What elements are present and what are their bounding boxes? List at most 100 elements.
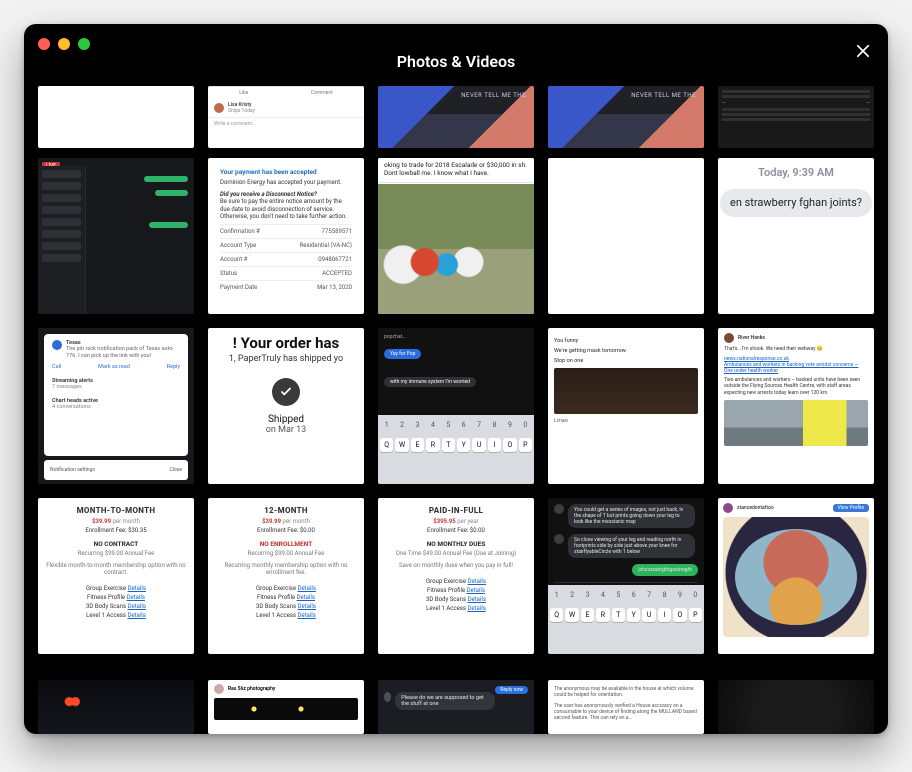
thumbnail[interactable]: —— bbox=[718, 86, 874, 148]
thumbnail[interactable]: ! Your order has 1, PaperTruly has shipp… bbox=[208, 328, 364, 484]
user-handle: stancedontattoo bbox=[737, 505, 774, 511]
thumbnail[interactable] bbox=[38, 86, 194, 148]
reply-pill: Reply now bbox=[495, 686, 528, 694]
thread-name: popchat… bbox=[384, 334, 528, 340]
thumbnail[interactable]: Ras 56z photography bbox=[208, 680, 364, 734]
plan-blurb: Recurring monthly membership option with… bbox=[216, 562, 356, 576]
msg: Please do we are supposed to get the stu… bbox=[395, 692, 495, 710]
avatar-icon bbox=[384, 692, 391, 702]
footer-left: Notification settings bbox=[50, 467, 95, 473]
para: The user has anonymously verified a Hous… bbox=[554, 703, 698, 722]
plan-blurb: Flexible month-to-month membership optio… bbox=[46, 562, 186, 576]
msg-line: Stop on one bbox=[554, 358, 698, 364]
like-label: Like bbox=[239, 90, 248, 96]
message-bubble: en strawberry fghan joints? bbox=[720, 189, 872, 217]
window-controls bbox=[38, 38, 90, 50]
thumbnail[interactable]: Your payment has been accepted Dominion … bbox=[208, 158, 364, 314]
msg-line: You funny bbox=[554, 338, 698, 344]
kv-key: Confirmation # bbox=[220, 228, 260, 235]
photo bbox=[378, 184, 534, 314]
thumbnail[interactable]: Texas The job rack notification pack of … bbox=[38, 328, 194, 484]
thumbnail[interactable]: NEVER TELL ME THE bbox=[548, 86, 704, 148]
thumbnail[interactable]: oking to trade for 2018 Escalade or $30,… bbox=[378, 158, 534, 314]
section-sub: 4 conversations bbox=[52, 404, 180, 410]
kv-val: 0948067721 bbox=[318, 256, 352, 263]
close-icon[interactable] bbox=[852, 40, 874, 62]
thumbnail[interactable]: River Hanks That's… I'm shook. We need t… bbox=[718, 328, 874, 484]
thumbnail[interactable]: The anonymous may be available in the ho… bbox=[548, 680, 704, 734]
plan-enroll: Enrollment Fee: $0.00 bbox=[386, 527, 526, 534]
photo bbox=[554, 368, 698, 414]
plan-name: PAID-IN-FULL bbox=[386, 506, 526, 515]
order-date: on Mar 13 bbox=[208, 425, 364, 435]
commenter-sub: Ships Today bbox=[228, 108, 255, 114]
plan-price: $39.99 bbox=[92, 518, 111, 525]
plan-enroll: Enrollment Fee: $30.35 bbox=[46, 527, 186, 534]
call-action: Call bbox=[52, 364, 61, 370]
thumbnail[interactable]: MONTH-TO-MONTH $39.99 per month Enrollme… bbox=[38, 498, 194, 654]
thumbnail[interactable]: 12-MONTH $39.99 per month Enrollment Fee… bbox=[208, 498, 364, 654]
notif-body: The job rack notification pack of Texas … bbox=[66, 346, 180, 359]
app-icon bbox=[52, 340, 62, 350]
msg-line: Lmao bbox=[554, 418, 698, 424]
avatar-icon bbox=[723, 503, 733, 513]
para: The anonymous may be available in the ho… bbox=[554, 686, 698, 699]
minimize-window-button[interactable] bbox=[58, 38, 70, 50]
plan-cap: NO MONTHLY DUES bbox=[386, 540, 526, 548]
photo bbox=[724, 400, 868, 446]
kv-val: ACCEPTED bbox=[322, 270, 352, 277]
excerpt: Two ambulances and workers – backed unit… bbox=[724, 377, 868, 396]
plan-cap-sub: One Time $49.00 Annual Fee (Due at Joini… bbox=[386, 550, 526, 557]
thumbnail[interactable]: Reply now Please do we are supposed to g… bbox=[378, 680, 534, 734]
thumbnail[interactable]: stancedontattoo View Profile bbox=[718, 498, 874, 654]
plan-blurb: Save on monthly dues when you pay in ful… bbox=[386, 562, 526, 569]
kv-val: 775589571 bbox=[322, 228, 352, 235]
plan-price: $395.95 bbox=[433, 518, 455, 525]
window-title: Photos & Videos bbox=[397, 52, 516, 71]
poster-name: River Hanks bbox=[738, 335, 765, 341]
thumbnail[interactable]: Today, 9:39 AM en strawberry fghan joint… bbox=[718, 158, 874, 314]
thumbnail[interactable]: You funny We're getting mask tomorrow. S… bbox=[548, 328, 704, 484]
plan-enroll: Enrollment Fee: $0.00 bbox=[216, 527, 356, 534]
thumbnail[interactable]: NEVER TELL ME THE bbox=[378, 86, 534, 148]
mark-action: Mark as read bbox=[98, 364, 130, 370]
close-window-button[interactable] bbox=[38, 38, 50, 50]
thumbnail[interactable] bbox=[38, 680, 194, 734]
listing-caption: oking to trade for 2018 Escalade or $30,… bbox=[378, 158, 534, 183]
thumbnail[interactable]: PAID-IN-FULL $395.95 per year Enrollment… bbox=[378, 498, 534, 654]
thumbnail[interactable] bbox=[548, 158, 704, 314]
plan-per: per year bbox=[457, 518, 478, 525]
kv-val: Mar 13, 2020 bbox=[317, 284, 352, 291]
thumbnail[interactable]: LIVE bbox=[38, 158, 194, 314]
keyboard: 1234567890 QWERTYUIOP bbox=[548, 585, 704, 654]
order-headline: ! Your order has bbox=[208, 334, 364, 352]
keyboard: 1234567890 QWERTYUIOP bbox=[378, 415, 534, 484]
chat-bubble: Yay for Pop bbox=[384, 349, 421, 359]
plan-per: per month bbox=[113, 518, 140, 525]
plan-cap: NO CONTRACT bbox=[46, 540, 186, 548]
order-status: Shipped bbox=[208, 414, 364, 425]
caption: NEVER TELL ME THE bbox=[631, 92, 696, 99]
gallery-row-bottom: Ras 56z photography Reply now Please do … bbox=[24, 680, 888, 734]
plan-name: 12-MONTH bbox=[216, 506, 356, 515]
reply-action: Reply bbox=[167, 364, 180, 370]
zoom-window-button[interactable] bbox=[78, 38, 90, 50]
thumbnail[interactable] bbox=[718, 680, 874, 734]
payment-accepted-heading: Your payment has been accepted bbox=[220, 168, 352, 176]
plan-cap-sub: Recurring $99.00 Annual Fee bbox=[216, 550, 356, 557]
plan-name: MONTH-TO-MONTH bbox=[46, 506, 186, 515]
notice-body: Be sure to pay the entire notice amount … bbox=[220, 198, 352, 221]
kv-val: Residential (VA-NC) bbox=[300, 242, 352, 249]
avatar-icon bbox=[214, 684, 224, 694]
plan-price: $39.99 bbox=[262, 518, 281, 525]
thumbnail[interactable]: Like Comment Lisa Kristy Ships Today Wri… bbox=[208, 86, 364, 148]
gallery-scroll[interactable]: Like Comment Lisa Kristy Ships Today Wri… bbox=[24, 82, 888, 734]
caption: NEVER TELL ME THE bbox=[461, 92, 526, 99]
plan-cap-sub: Recurring $99.00 Annual Fee bbox=[46, 550, 186, 557]
thumbnail[interactable]: popchat… Yay for Pop with my immune syst… bbox=[378, 328, 534, 484]
post-body: That's… I'm shook. We need their webway … bbox=[724, 346, 868, 352]
thumbnail[interactable]: You could get a series of images, not ju… bbox=[548, 498, 704, 654]
message-timestamp: Today, 9:39 AM bbox=[718, 166, 874, 179]
photos-videos-window: Photos & Videos Like Comment bbox=[24, 24, 888, 734]
poster-name: Ras 56z photography bbox=[228, 686, 275, 692]
